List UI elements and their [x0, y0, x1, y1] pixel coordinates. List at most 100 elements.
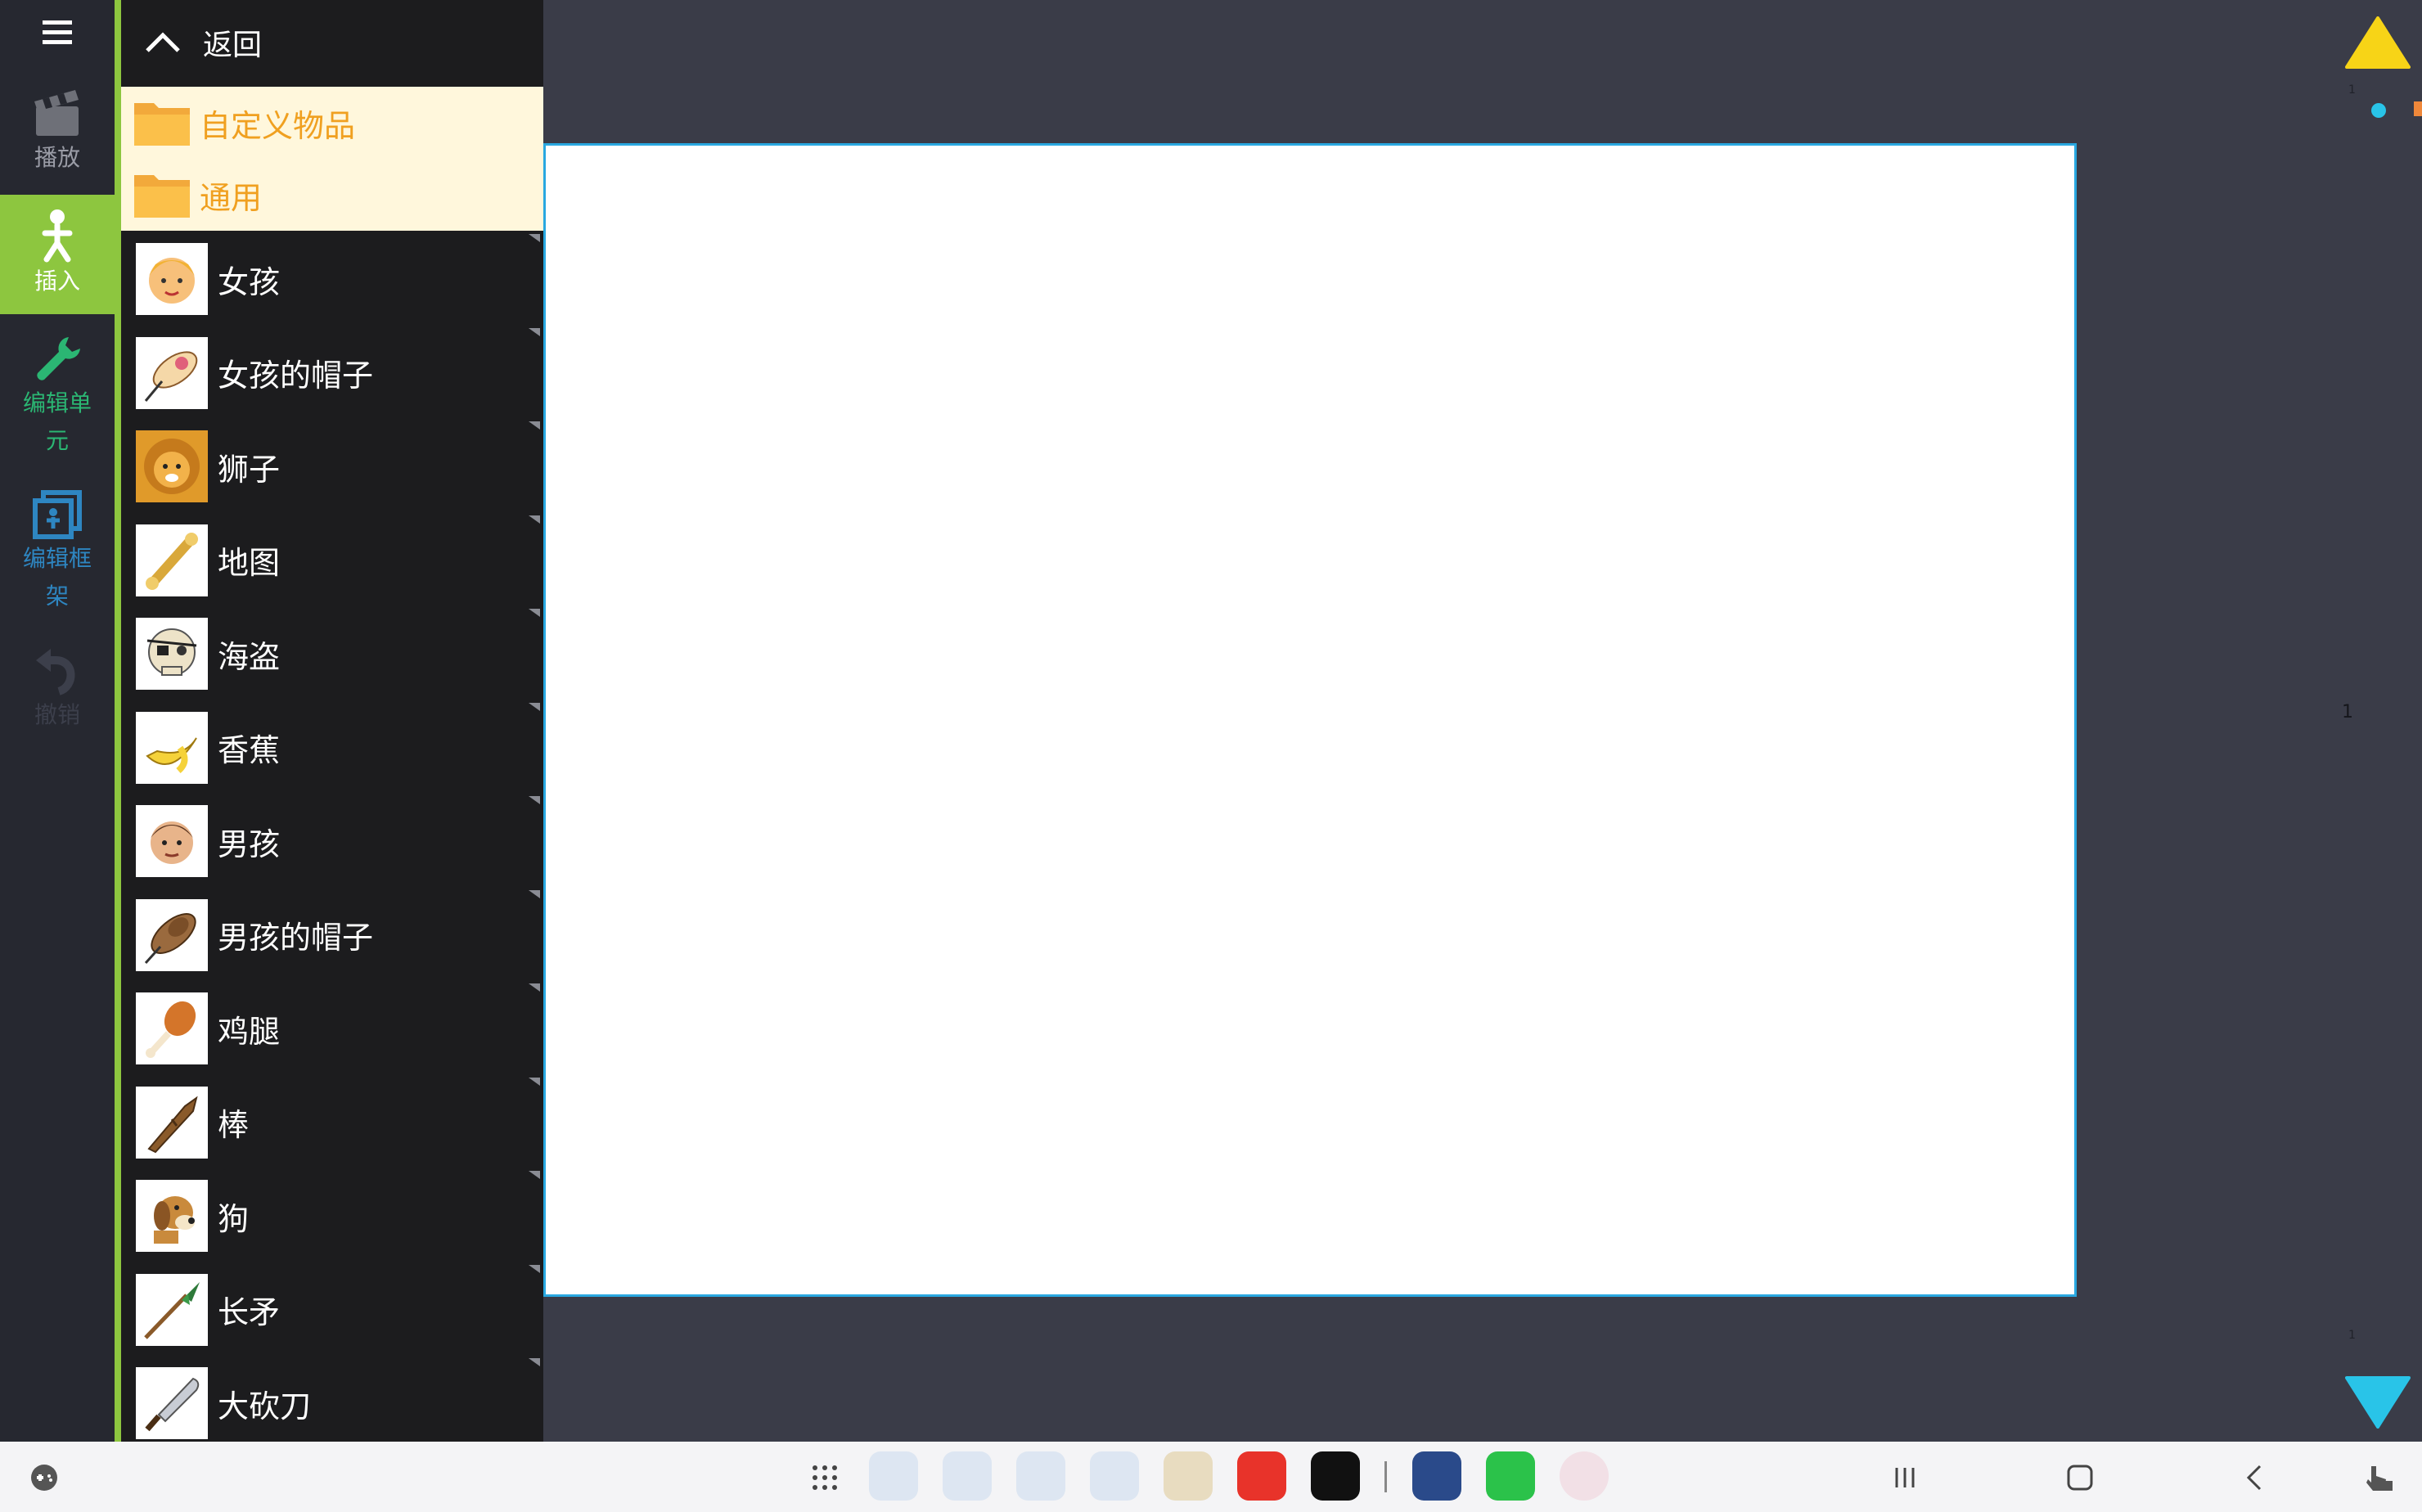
- insert-label: 插入: [34, 268, 80, 295]
- corner-marker: [529, 983, 540, 992]
- stage-canvas[interactable]: [543, 143, 2077, 1297]
- list-item-boy[interactable]: 男孩: [121, 794, 543, 889]
- corner-marker: [529, 889, 540, 898]
- capcut-icon[interactable]: [1311, 1451, 1360, 1501]
- girl-icon: [136, 243, 208, 316]
- item-label: 海盗: [218, 638, 281, 675]
- folder-group-icon[interactable]: [943, 1451, 992, 1501]
- corner-marker: [529, 234, 540, 242]
- pirate-icon: [136, 618, 208, 691]
- club-icon: [136, 1086, 208, 1159]
- corner-marker: [529, 796, 540, 804]
- girl-hat-icon: [136, 336, 208, 409]
- undo-label: 撤销: [34, 701, 80, 728]
- boy-icon: [136, 805, 208, 878]
- item-label: 香蕉: [218, 732, 281, 769]
- chevron-up-icon: [146, 32, 180, 52]
- next-frame-button[interactable]: [2345, 1375, 2411, 1429]
- app-drawer-icon[interactable]: [810, 1463, 840, 1492]
- hamburger-icon: [43, 20, 72, 44]
- list-item-dog[interactable]: 狗: [121, 1169, 543, 1263]
- item-list: 女孩 女孩的帽子 狮子 地图 海盗 香蕉 男孩 男孩的帽子 鸡腿 棒 狗 长矛 …: [121, 232, 543, 1442]
- corner-marker: [529, 1358, 540, 1366]
- system-taskbar: [0, 1442, 2422, 1512]
- touch-lock-icon[interactable]: [2361, 1461, 2394, 1494]
- corner-marker: [529, 1171, 540, 1179]
- lion-icon: [136, 430, 208, 503]
- edit-unit-button[interactable]: 编辑单元: [0, 323, 115, 470]
- recent-apps-icon[interactable]: [1890, 1463, 1920, 1492]
- previous-frame-button[interactable]: [2345, 16, 2411, 70]
- item-label: 狮子: [218, 451, 281, 488]
- undo-button[interactable]: 撤销: [0, 638, 115, 745]
- corner-marker: [529, 327, 540, 336]
- banana-icon: [136, 711, 208, 784]
- list-item-lion[interactable]: 狮子: [121, 420, 543, 514]
- list-item-boy-hat[interactable]: 男孩的帽子: [121, 889, 543, 983]
- frame-tick-top: 1: [2348, 83, 2356, 97]
- spear-icon: [136, 1273, 208, 1346]
- list-item-machete[interactable]: 大砍刀: [121, 1357, 543, 1442]
- folder-label: 自定义物品: [200, 107, 356, 144]
- boy-hat-icon: [136, 898, 208, 971]
- corner-marker: [529, 421, 540, 430]
- item-label: 女孩: [218, 263, 281, 300]
- map-icon: [136, 524, 208, 596]
- chicken-leg-icon: [136, 992, 208, 1065]
- edit-unit-label: 编辑单元: [22, 389, 92, 454]
- edit-frame-button[interactable]: 编辑框架: [0, 479, 115, 626]
- folder-group-icon[interactable]: [1016, 1451, 1065, 1501]
- list-item-spear[interactable]: 长矛: [121, 1263, 543, 1357]
- list-item-club[interactable]: 棒: [121, 1076, 543, 1170]
- folder-group-icon[interactable]: [869, 1451, 918, 1501]
- seven-app-icon[interactable]: [1486, 1451, 1535, 1501]
- corner-marker: [529, 702, 540, 711]
- list-item-banana[interactable]: 香蕉: [121, 701, 543, 795]
- bird-app-icon[interactable]: [1412, 1451, 1461, 1501]
- person-icon: [42, 209, 73, 263]
- list-item-map[interactable]: 地图: [121, 514, 543, 608]
- item-label: 长矛: [218, 1294, 281, 1331]
- play-button[interactable]: 播放: [0, 74, 115, 188]
- clapperboard-icon: [34, 90, 79, 136]
- gamepad-icon[interactable]: [29, 1463, 59, 1492]
- corner-marker: [529, 1077, 540, 1086]
- frame-marker-tab: [2414, 101, 2422, 116]
- wrench-icon: [37, 337, 80, 380]
- frame-tick-bottom: 1: [2348, 1329, 2356, 1342]
- dog-icon: [136, 1180, 208, 1253]
- folder-icon: [134, 175, 190, 218]
- folder-row-custom-items[interactable]: 自定义物品: [121, 87, 543, 159]
- notes-app-icon[interactable]: [1237, 1451, 1286, 1501]
- edit-frame-label: 编辑框架: [22, 545, 92, 610]
- list-item-pirate[interactable]: 海盗: [121, 607, 543, 701]
- dock-divider: [1384, 1461, 1387, 1492]
- list-item-girl-hat[interactable]: 女孩的帽子: [121, 326, 543, 421]
- folder-row-general[interactable]: 通用: [121, 159, 543, 231]
- list-item-chicken-leg[interactable]: 鸡腿: [121, 982, 543, 1076]
- frame-marker-dot: [2371, 103, 2386, 118]
- toolbar-accent-bar: [115, 0, 121, 1442]
- corner-marker: [529, 515, 540, 524]
- back-icon[interactable]: [2240, 1463, 2270, 1492]
- item-panel: 返回 自定义物品 通用 女孩 女孩的帽子 狮子 地图 海盗 香蕉 男孩 男孩的帽…: [121, 0, 543, 1442]
- corner-marker: [529, 609, 540, 617]
- item-label: 地图: [218, 545, 281, 582]
- folder-group-icon[interactable]: [1090, 1451, 1139, 1501]
- insert-button[interactable]: 插入: [0, 195, 115, 314]
- folder-group-icon[interactable]: [1164, 1451, 1213, 1501]
- avatar-app-icon[interactable]: [1560, 1451, 1609, 1501]
- play-label: 播放: [34, 144, 80, 171]
- back-button[interactable]: 返回: [121, 0, 543, 85]
- list-item-girl[interactable]: 女孩: [121, 232, 543, 326]
- home-icon[interactable]: [2065, 1463, 2095, 1492]
- item-label: 男孩的帽子: [218, 920, 374, 956]
- item-label: 男孩: [218, 826, 281, 862]
- item-label: 女孩的帽子: [218, 358, 374, 394]
- corner-marker: [529, 1264, 540, 1273]
- menu-button[interactable]: [0, 0, 115, 65]
- item-label: 棒: [218, 1107, 250, 1144]
- frame-icon: [33, 490, 82, 539]
- frame-number: 1: [2342, 702, 2353, 722]
- item-label: 鸡腿: [218, 1013, 281, 1050]
